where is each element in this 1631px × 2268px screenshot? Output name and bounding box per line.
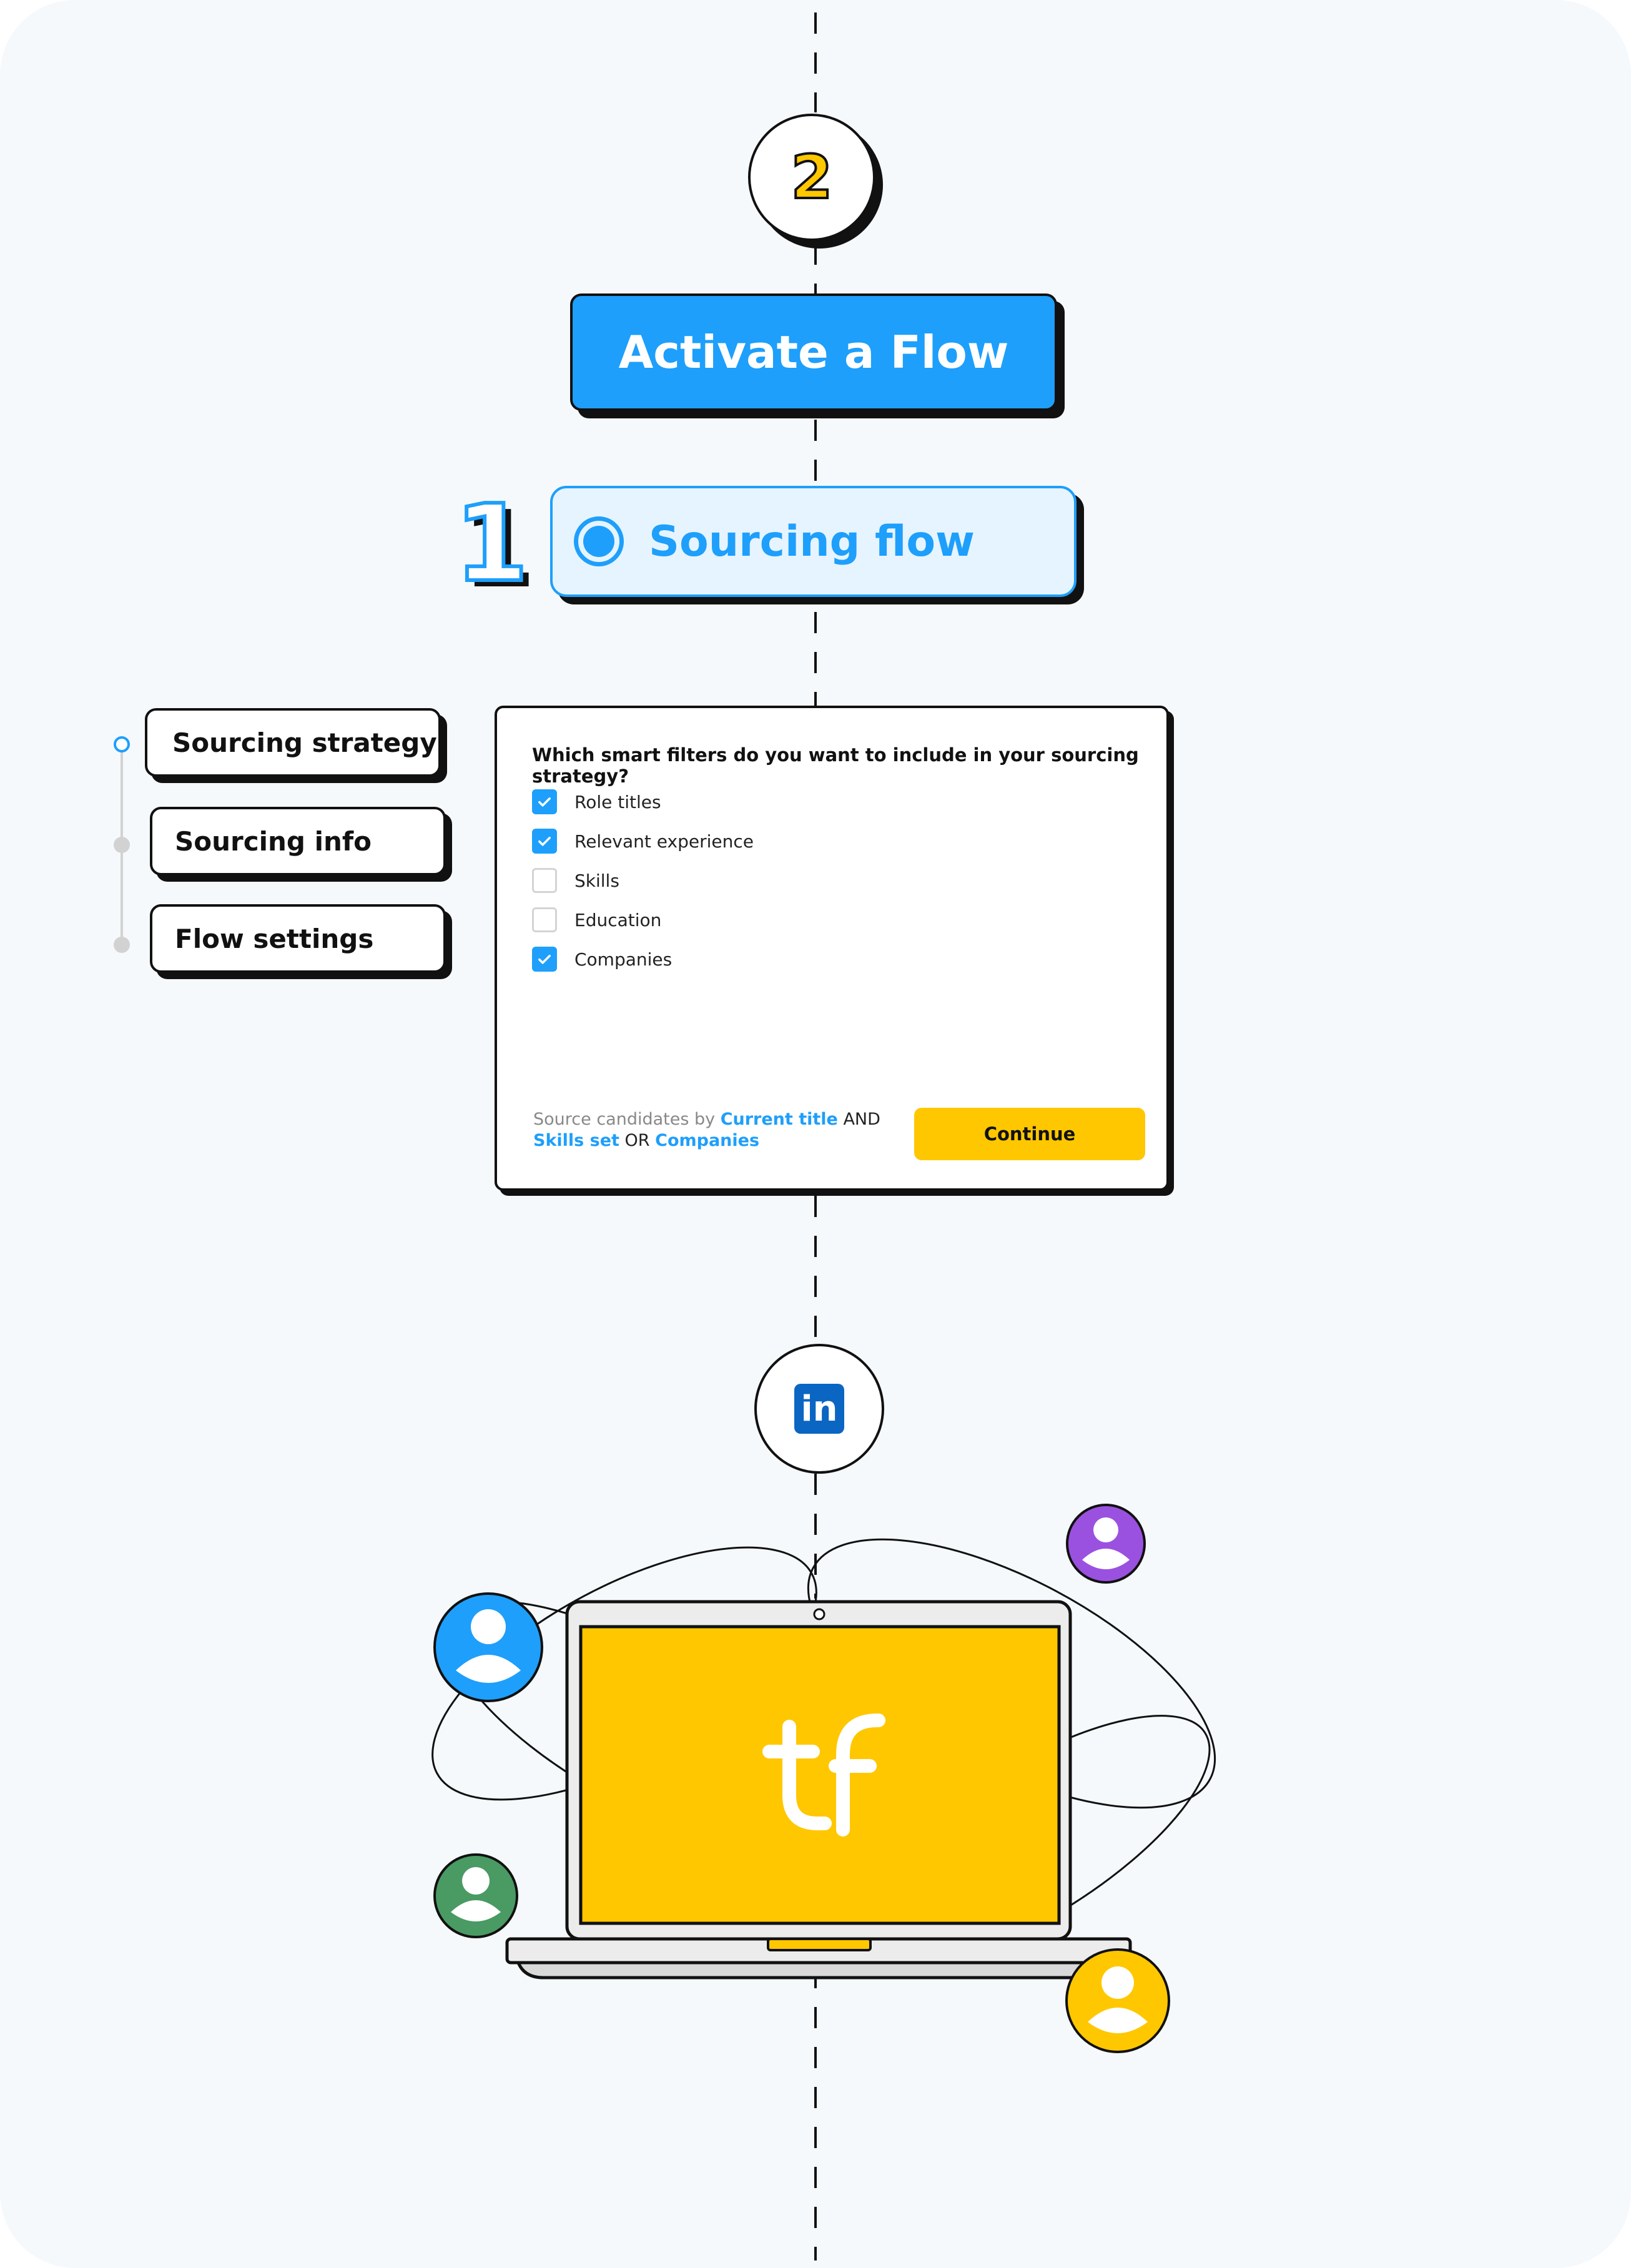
avatar-yellow-icon (1065, 1948, 1170, 2053)
avatar-blue-icon (433, 1592, 543, 1702)
avatar-purple-icon (1066, 1504, 1146, 1584)
page-background: 2 Activate a Flow 1 Sourcing flow Sourci… (0, 0, 1631, 2268)
laptop-illustration (431, 1504, 1216, 2053)
avatar-green-icon (433, 1853, 518, 1938)
